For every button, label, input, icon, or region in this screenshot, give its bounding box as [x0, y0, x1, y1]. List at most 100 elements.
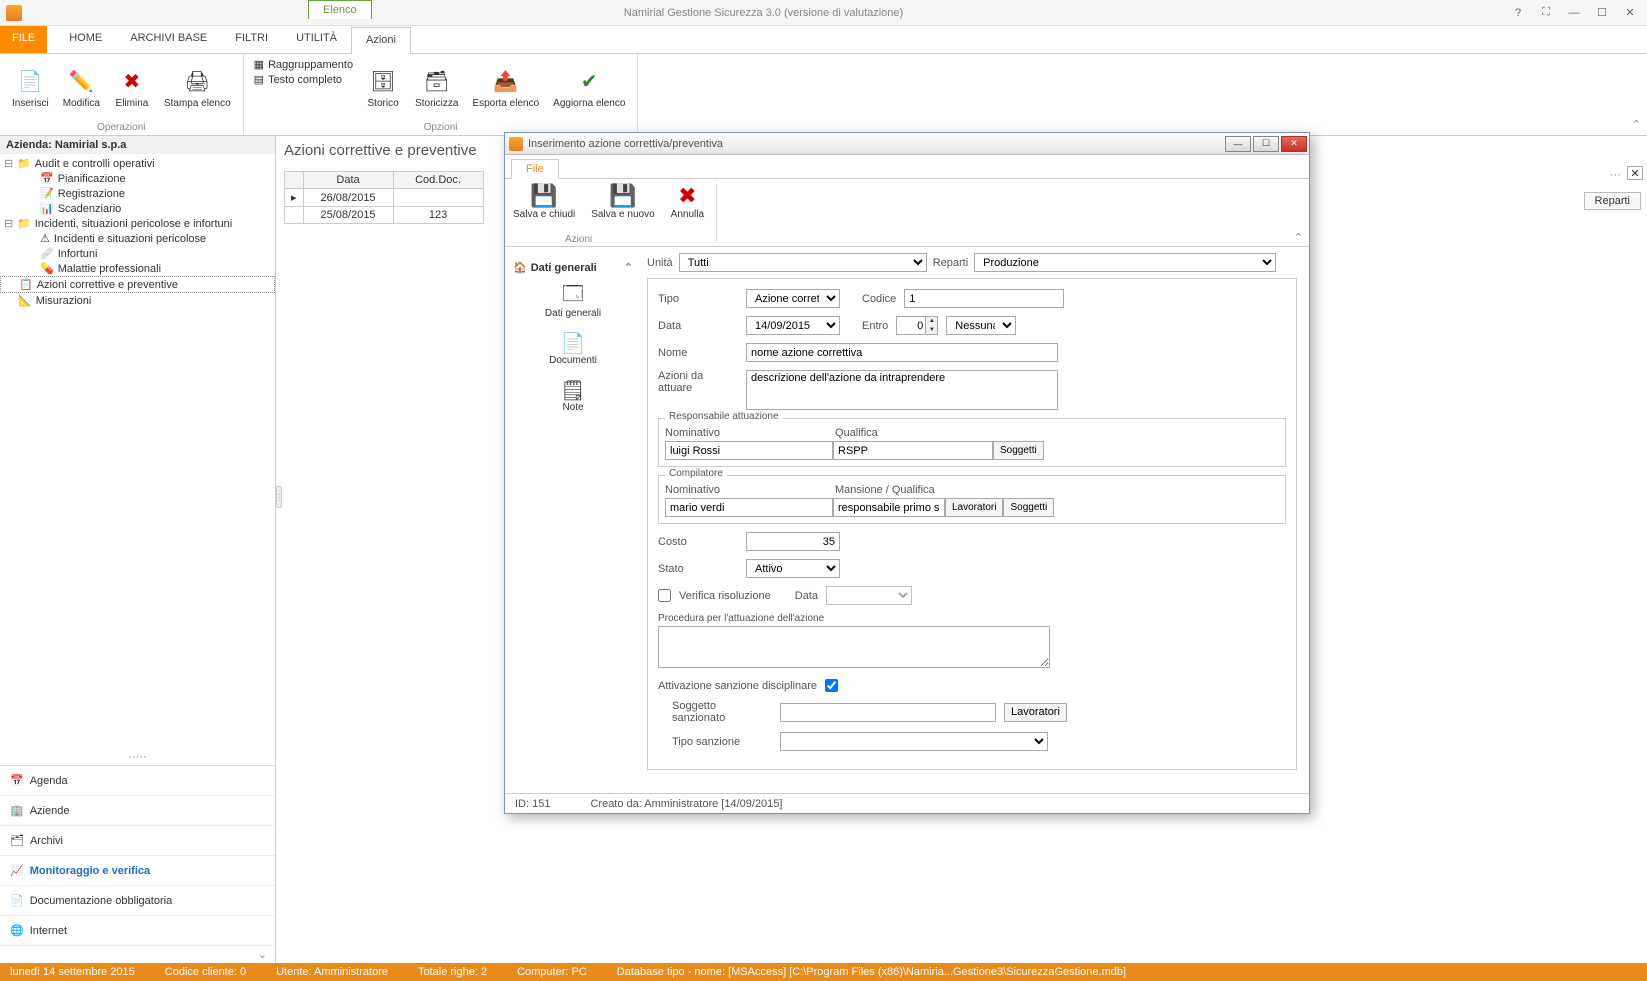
dialog-icon	[509, 137, 523, 151]
link-internet[interactable]: 🌐 Internet	[0, 916, 275, 946]
costo-label: Costo	[658, 536, 738, 548]
tab-azioni[interactable]: Azioni	[351, 27, 411, 54]
azioni-label: Azioni da attuare	[658, 370, 738, 394]
table-row: 25/08/2015123	[285, 207, 484, 224]
link-documentazione[interactable]: 📄 Documentazione obbligatoria	[0, 886, 275, 916]
comp-mans-input[interactable]	[833, 498, 945, 517]
splitter-handle[interactable]: ⋮	[276, 486, 282, 508]
entro-spinbox[interactable]: ▲▼	[896, 316, 938, 335]
data-select[interactable]: 14/09/2015	[746, 316, 840, 335]
tree-incidenti-sit[interactable]: ⚠ Incidenti e situazioni pericolose	[0, 231, 275, 246]
stato-label: Stato	[658, 563, 738, 575]
sidenav-header[interactable]: 🏠 Dati generali⌃	[509, 257, 637, 278]
maximize-button[interactable]: ☐	[1589, 3, 1615, 23]
link-monitoraggio[interactable]: 📈 Monitoraggio e verifica	[0, 856, 275, 886]
context-tab[interactable]: Elenco	[308, 0, 372, 19]
reparti-button[interactable]: Reparti	[1584, 192, 1641, 210]
col-cod: Cod.Doc.	[393, 172, 483, 189]
unita-select[interactable]: Tutti	[679, 253, 927, 272]
verifica-data-select[interactable]	[826, 586, 912, 605]
azioni-textarea[interactable]: descrizione dell'azione da intraprendere	[746, 370, 1058, 410]
table-row: ▸26/08/2015	[285, 189, 484, 207]
ribbon-collapse-icon[interactable]: ⌃	[1632, 118, 1641, 131]
status-computer: Computer: PC	[517, 966, 587, 978]
annulla-button[interactable]: ✖Annulla	[663, 179, 712, 246]
stampa-button[interactable]: 🖨Stampa elenco	[158, 56, 237, 120]
tree-malattie[interactable]: 💊 Malattie professionali	[0, 261, 275, 276]
tree-scadenziario[interactable]: 📊 Scadenziario	[0, 201, 275, 216]
esporta-button[interactable]: 📤Esporta elenco	[466, 56, 545, 120]
codice-input[interactable]	[904, 289, 1064, 308]
nome-input[interactable]	[746, 343, 1058, 362]
tab-file[interactable]: FILE	[0, 26, 47, 53]
lavoratori2-button[interactable]: Lavoratori	[1004, 703, 1067, 722]
soggetti-button[interactable]: Soggetti	[993, 441, 1044, 460]
fullscreen-button[interactable]: ⛶	[1533, 3, 1559, 23]
dialog-minimize-button[interactable]: —	[1225, 136, 1251, 152]
tab-utilita[interactable]: UTILITÀ	[282, 26, 351, 53]
tipo-sanz-label: Tipo sanzione	[672, 736, 772, 748]
inserisci-button[interactable]: 📄Inserisci	[6, 56, 55, 120]
col-data: Data	[303, 172, 393, 189]
tree-misurazioni[interactable]: 📐 Misurazioni	[0, 293, 275, 308]
filter-close-icon[interactable]: ✕	[1627, 166, 1643, 180]
tab-archivi[interactable]: ARCHIVI BASE	[116, 26, 221, 53]
help-button[interactable]: ?	[1505, 3, 1531, 23]
modifica-button[interactable]: ✏️Modifica	[57, 56, 106, 120]
sanz-checkbox[interactable]	[825, 679, 838, 692]
sidenav-documenti[interactable]: 📄Documenti	[509, 325, 637, 372]
dialog-ribbon-collapse-icon[interactable]: ⌃	[1294, 231, 1303, 244]
reparti-select[interactable]: Produzione	[974, 253, 1276, 272]
ribbon: 📄Inserisci ✏️Modifica ✖Elimina 🖨Stampa e…	[0, 54, 1647, 136]
raggruppamento-button[interactable]: ▦Raggruppamento	[254, 58, 353, 71]
link-archivi[interactable]: 🗂 Archivi	[0, 826, 275, 856]
soggetti2-button[interactable]: Soggetti	[1003, 498, 1054, 517]
storico-button[interactable]: 🗄Storico	[359, 56, 407, 120]
lavoratori-button[interactable]: Lavoratori	[945, 498, 1003, 517]
comp-nom-input[interactable]	[665, 498, 833, 517]
aggiorna-button[interactable]: ✔Aggiorna elenco	[547, 56, 631, 120]
tipo-select[interactable]: Azione correttiva	[746, 289, 840, 308]
link-agenda[interactable]: 📅 Agenda	[0, 766, 275, 796]
dialog-title: Inserimento azione correttiva/preventiva	[528, 138, 1223, 150]
tree: ⊟📁 Audit e controlli operativi 📅 Pianifi…	[0, 154, 275, 749]
costo-input[interactable]	[746, 532, 840, 551]
responsabile-group: Responsabile attuazione NominativoQualif…	[658, 418, 1286, 467]
dialog-titlebar[interactable]: Inserimento azione correttiva/preventiva…	[505, 133, 1309, 155]
dialog-close-button[interactable]: ✕	[1281, 136, 1307, 152]
dialog-tab-file[interactable]: File	[511, 159, 559, 179]
testo-completo-button[interactable]: ▤Testo completo	[254, 73, 353, 86]
storicizza-button[interactable]: 🗃Storicizza	[409, 56, 464, 120]
tree-incidenti[interactable]: ⊟📁 Incidenti, situazioni pericolose e in…	[0, 216, 275, 231]
splitter-dots[interactable]: ·····	[0, 749, 275, 765]
sogg-sanz-input[interactable]	[780, 703, 996, 722]
dialog-maximize-button[interactable]: ☐	[1253, 136, 1279, 152]
tree-registrazione[interactable]: 📝 Registrazione	[0, 186, 275, 201]
tree-azioni[interactable]: 📋 Azioni correttive e preventive	[0, 276, 275, 293]
tree-audit[interactable]: ⊟📁 Audit e controlli operativi	[0, 156, 275, 171]
dialog-creato: Creato da: Amministratore [14/09/2015]	[590, 798, 782, 810]
link-aziende[interactable]: 🏢 Aziende	[0, 796, 275, 826]
salva-nuovo-button[interactable]: 💾Salva e nuovo	[583, 179, 662, 246]
verifica-checkbox[interactable]	[658, 589, 671, 602]
proc-textarea[interactable]	[658, 626, 1050, 668]
tree-infortuni[interactable]: 🩹 Infortuni	[0, 246, 275, 261]
entro-unit-select[interactable]: Nessuna	[946, 316, 1016, 335]
tipo-sanz-select[interactable]	[780, 732, 1048, 751]
leftpane-collapse-icon[interactable]: ⌄	[0, 946, 275, 963]
sidenav-dati[interactable]: 🗔Dati generali	[509, 278, 637, 325]
resp-nom-input[interactable]	[665, 441, 833, 460]
resp-qual-input[interactable]	[833, 441, 993, 460]
minimize-button[interactable]: —	[1561, 3, 1587, 23]
filter-more[interactable]: ···	[1610, 169, 1621, 181]
stato-select[interactable]: Attivo	[746, 559, 840, 578]
tab-filtri[interactable]: FILTRI	[221, 26, 282, 53]
dialog-form: Unità Tutti Reparti Produzione Tipo Azio…	[641, 247, 1309, 793]
elimina-button[interactable]: ✖Elimina	[108, 56, 156, 120]
close-button[interactable]: ✕	[1617, 3, 1643, 23]
window-title: Namirial Gestione Sicurezza 3.0 (version…	[22, 7, 1505, 19]
tree-pianificazione[interactable]: 📅 Pianificazione	[0, 171, 275, 186]
sidenav-note[interactable]: 🗒Note	[509, 372, 637, 419]
tab-home[interactable]: HOME	[55, 26, 116, 53]
left-pane: Azienda: Namirial s.p.a ⊟📁 Audit e contr…	[0, 136, 276, 963]
